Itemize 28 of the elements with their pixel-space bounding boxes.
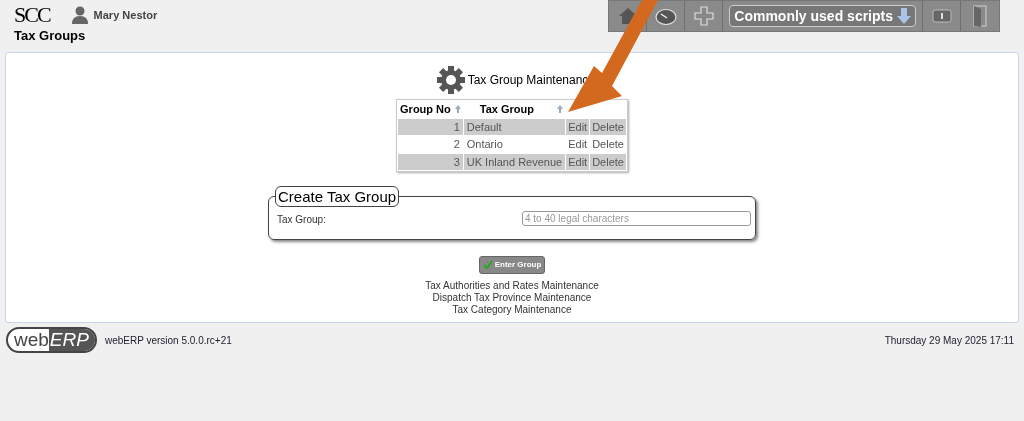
maintenance-link[interactable]: Tax Category Maintenance — [452, 304, 572, 316]
maintenance-link[interactable]: Tax Authorities and Rates Maintenance — [425, 280, 599, 292]
column-header[interactable]: Group No — [398, 101, 463, 118]
table-cell: UK Inland Revenue — [463, 153, 566, 170]
form-legend: Create Tax Group — [275, 186, 400, 207]
user-name: Mary Nestor — [93, 7, 158, 23]
scripts-dropdown[interactable]: Commonly used scripts — [729, 5, 916, 27]
edit-link[interactable]: Edit — [568, 155, 588, 168]
field-label: Tax Group: — [277, 213, 326, 227]
column-header[interactable]: Tax Group — [463, 101, 566, 118]
table-cell: 1 — [398, 118, 463, 135]
tax-group-input[interactable]: 4 to 40 legal characters — [522, 211, 751, 226]
version-text: webERP version 5.0.0.rc+21 — [104, 333, 232, 348]
enter-group-button[interactable]: Enter Group — [478, 256, 546, 274]
delete-link[interactable]: Delete — [592, 120, 624, 133]
logo-text: web — [13, 329, 49, 351]
edit-link[interactable]: Edit — [568, 138, 588, 150]
table-cell: Default — [463, 118, 566, 135]
date-time: Thursday 29 May 2025 17:11 — [884, 333, 1014, 348]
page-title: Tax Groups — [14, 28, 87, 44]
delete-link[interactable]: Delete — [592, 155, 624, 168]
logo-text: ERP — [48, 329, 95, 351]
company-logo: SCC — [14, 5, 50, 25]
section-heading: Tax Group Maintenanc — [467, 72, 589, 89]
edit-link[interactable]: Edit — [568, 120, 588, 133]
maintenance-link[interactable]: Dispatch Tax Province Maintenance — [432, 292, 592, 304]
delete-link[interactable]: Delete — [592, 138, 624, 150]
table-cell: 3 — [398, 153, 463, 170]
